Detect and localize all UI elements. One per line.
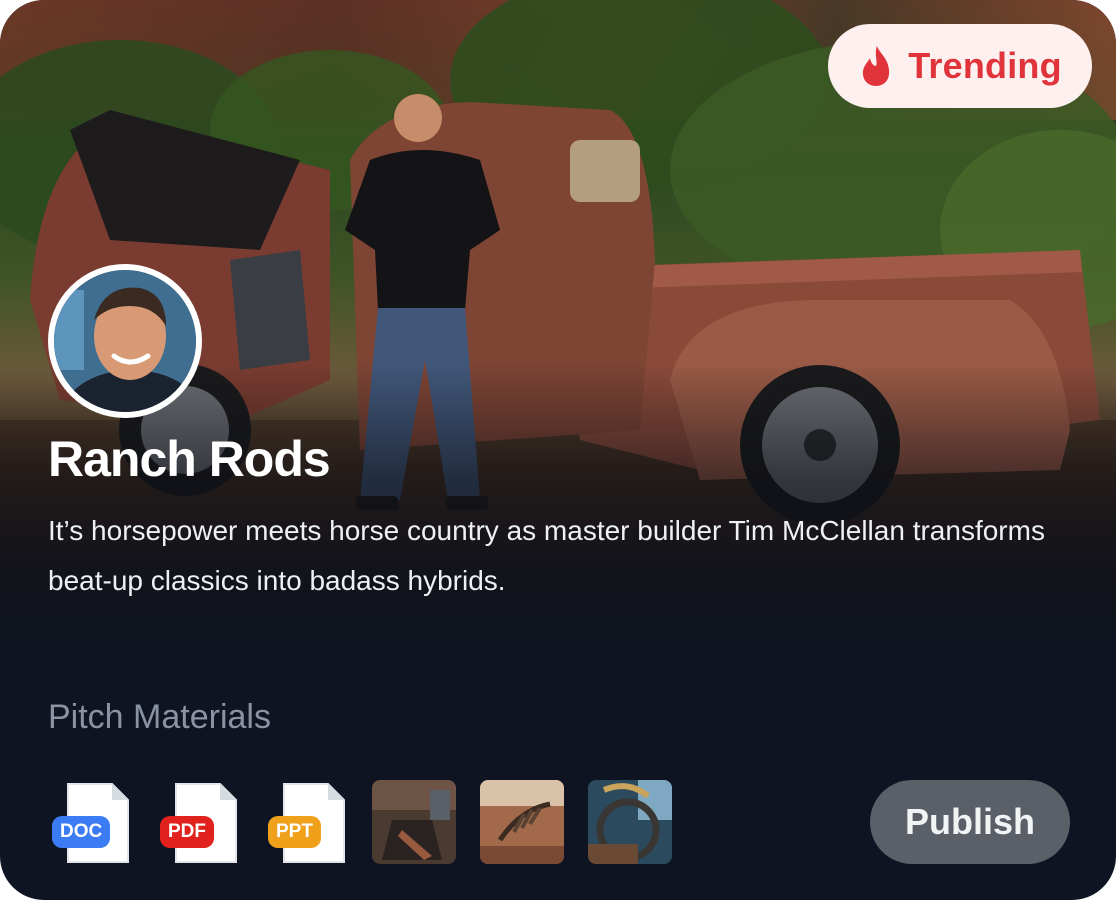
doc-file[interactable]: DOC [52,780,148,864]
ppt-badge: PPT [268,816,321,848]
host-portrait [54,270,196,412]
show-description: It’s horsepower meets horse country as m… [48,515,1045,596]
engine-bay-image [372,780,456,864]
pitch-materials-heading: Pitch Materials [48,698,271,736]
ppt-file[interactable]: PPT [268,780,364,864]
show-title: Ranch Rods [48,431,331,487]
steering-wheel-thumbnail[interactable] [588,780,672,864]
trending-label: Trending [908,45,1062,86]
steering-wheel-image [588,780,672,864]
avatar[interactable] [48,264,202,418]
pdf-badge: PDF [160,816,214,848]
skeleton-hand-thumbnail[interactable] [480,780,564,864]
engine-bay-thumbnail[interactable] [372,780,456,864]
doc-badge: DOC [52,816,111,848]
show-card: Trending Ranch Rods It’s horsepower meet… [0,0,1116,900]
flame-icon [863,46,890,86]
publish-button[interactable]: Publish [870,780,1070,864]
skeleton-hand-image [480,780,564,864]
pdf-file[interactable]: PDF [160,780,256,864]
hero-image: Trending Ranch Rods It’s horsepower meet… [0,0,1116,660]
trending-badge: Trending [828,24,1092,108]
